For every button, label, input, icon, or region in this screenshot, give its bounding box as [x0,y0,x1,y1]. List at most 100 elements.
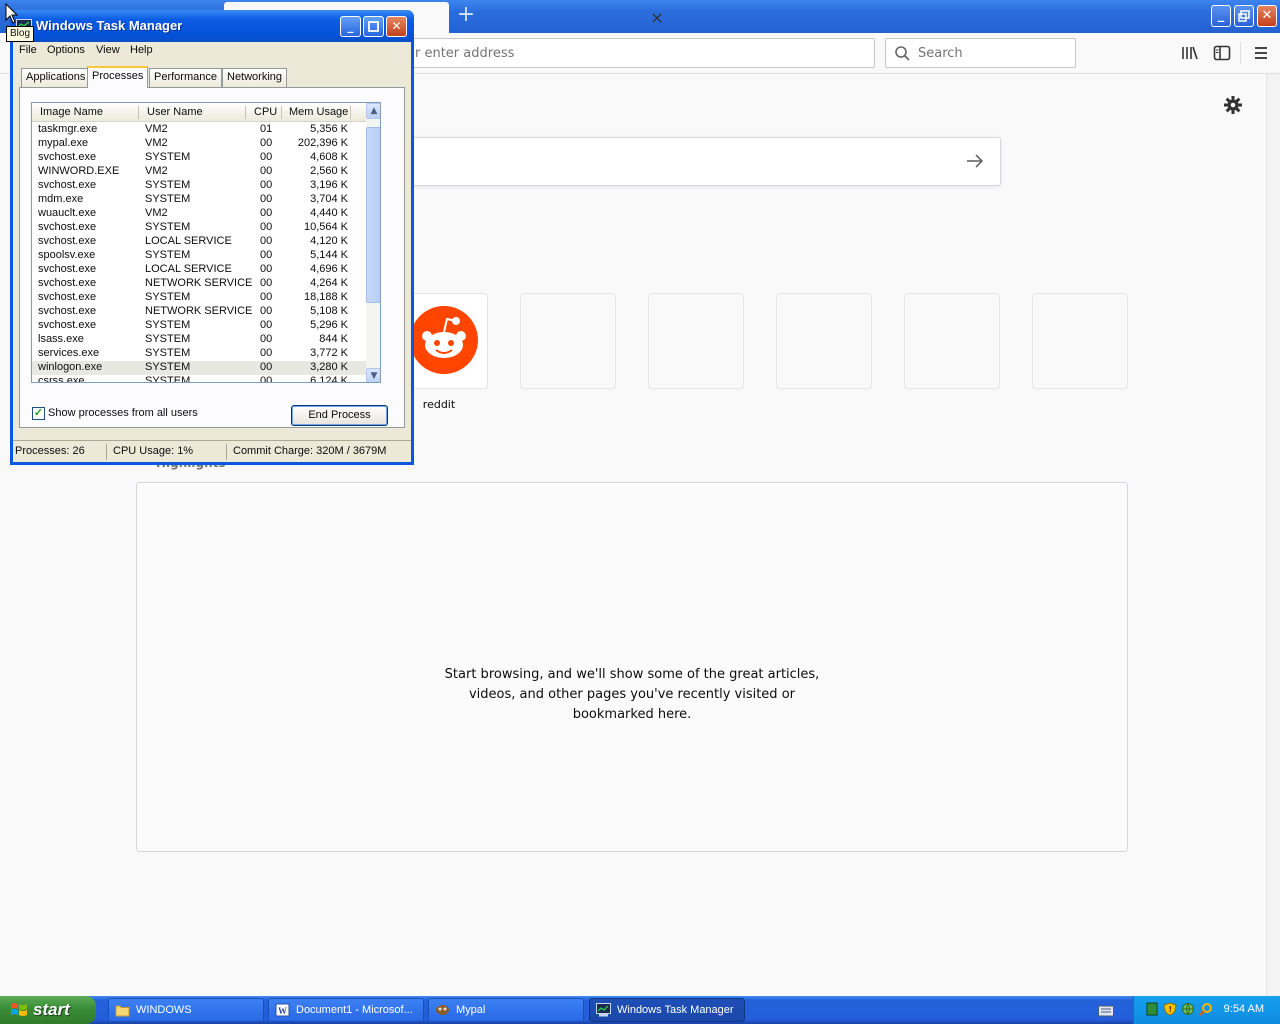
tm-close-button[interactable]: ✕ [386,16,407,37]
table-row[interactable]: WINWORD.EXE VM2 00 2,560 K [32,165,366,179]
table-row[interactable]: svchost.exe SYSTEM 00 10,564 K [32,221,366,235]
cell-cpu: 00 [260,319,273,331]
menu-file[interactable]: File [19,44,37,56]
browser-minimize-button[interactable]: _ [1211,5,1231,27]
task-manager-titlebar[interactable]: Windows Task Manager _ ✕ [10,10,414,42]
mouse-cursor-icon [5,3,19,24]
process-list-scrollbar[interactable]: ▲ ▼ [366,103,380,382]
taskbar-item-word[interactable]: W Document1 - Microsof... [268,998,424,1022]
cell-mem: 4,696 K [310,263,348,275]
page-scrollbar[interactable] [1266,74,1280,996]
column-user-name[interactable]: User Name [147,106,203,118]
table-row-selected[interactable]: winlogon.exe SYSTEM 00 3,280 K [32,361,366,375]
tab-processes[interactable]: Processes [87,66,149,88]
table-row[interactable]: svchost.exe SYSTEM 00 4,608 K [32,151,366,165]
tm-maximize-button[interactable] [363,16,384,37]
cell-mem: 4,264 K [310,277,348,289]
table-row[interactable]: svchost.exe NETWORK SERVICE 00 5,108 K [32,305,366,319]
menu-help[interactable]: Help [130,44,153,56]
table-row[interactable]: mdm.exe SYSTEM 00 3,704 K [32,193,366,207]
new-tab-button[interactable]: + [455,4,477,28]
browser-close-button[interactable]: ✕ [1257,5,1277,27]
table-row[interactable]: svchost.exe LOCAL SERVICE 00 4,696 K [32,263,366,277]
search-bar-placeholder: Search [918,46,963,61]
scrollbar-thumb[interactable] [366,127,380,303]
hamburger-menu-icon[interactable] [1251,43,1271,63]
cell-image: spoolsv.exe [38,249,96,261]
cell-mem: 10,564 K [303,221,348,233]
cell-cpu: 00 [260,375,273,383]
tray-app-icon[interactable] [1145,1002,1159,1016]
library-icon[interactable] [1180,43,1200,63]
menu-options[interactable]: Options [47,44,85,56]
table-row[interactable]: wuauclt.exe VM2 00 4,440 K [32,207,366,221]
gear-icon[interactable] [1222,94,1244,116]
task-manager-statusbar: Processes: 26 CPU Usage: 1% Commit Charg… [13,440,411,462]
checkbox-checked-icon[interactable]: ✓ [32,407,45,420]
table-row[interactable]: csrss.exe SYSTEM 00 6,124 K [32,375,366,383]
arrow-right-icon[interactable] [964,150,986,172]
column-separator[interactable] [350,106,351,119]
column-image-name[interactable]: Image Name [40,106,103,118]
taskbar-item-taskmanager[interactable]: Windows Task Manager [589,998,745,1022]
sidebar-icon[interactable] [1212,43,1232,63]
column-separator[interactable] [281,106,282,119]
table-row[interactable]: svchost.exe LOCAL SERVICE 00 4,120 K [32,235,366,249]
column-mem-usage[interactable]: Mem Usage [289,106,348,118]
cell-user: NETWORK SERVICE [145,277,253,289]
table-row[interactable]: svchost.exe SYSTEM 00 5,296 K [32,319,366,333]
cell-user: SYSTEM [145,361,191,373]
tab-close-button[interactable]: × [648,8,666,28]
start-button[interactable]: start [0,996,96,1024]
tab-networking[interactable]: Networking [222,68,288,87]
cell-mem: 4,120 K [310,235,348,247]
table-row[interactable]: svchost.exe SYSTEM 00 18,188 K [32,291,366,305]
column-separator[interactable] [245,106,246,119]
cell-cpu: 00 [260,193,273,205]
cell-mem: 5,108 K [310,305,348,317]
tm-minimize-button[interactable]: _ [340,16,361,37]
table-row[interactable]: svchost.exe SYSTEM 00 3,196 K [32,179,366,193]
status-separator [106,444,107,460]
search-bar[interactable]: Search [885,38,1076,68]
cell-cpu: 00 [260,277,273,289]
table-row[interactable]: lsass.exe SYSTEM 00 844 K [32,333,366,347]
cell-mem: 3,772 K [310,347,348,359]
table-row[interactable]: mypal.exe VM2 00 202,396 K [32,137,366,151]
column-cpu[interactable]: CPU [254,106,277,118]
scroll-up-button[interactable]: ▲ [366,103,380,119]
taskbar-item-label: Windows Task Manager [617,1004,734,1016]
word-icon: W [275,1003,290,1017]
end-process-button[interactable]: End Process [291,405,388,426]
scroll-down-button[interactable]: ▼ [366,368,380,382]
newtab-search-box[interactable] [410,137,1001,186]
tab-applications[interactable]: Applications [21,68,91,87]
keyboard-icon[interactable] [1098,1004,1114,1017]
highlights-message-line: videos, and other pages you've recently … [468,687,795,702]
table-row[interactable]: spoolsv.exe SYSTEM 00 5,144 K [32,249,366,263]
table-row[interactable]: taskmgr.exe VM2 01 5,356 K [32,123,366,137]
cell-image: mdm.exe [38,193,84,205]
tab-performance[interactable]: Performance [149,68,222,87]
cell-user: LOCAL SERVICE [145,235,232,247]
security-shield-icon[interactable]: ! [1163,1002,1177,1016]
search-tray-icon[interactable] [1199,1002,1213,1016]
taskbar-item-mypal[interactable]: Mypal [428,998,584,1022]
cell-user: SYSTEM [145,333,191,345]
clock[interactable]: 9:54 AM [1224,1003,1264,1015]
process-list[interactable]: Image Name User Name CPU Mem Usage taskm… [31,102,381,383]
address-bar[interactable]: r enter address [410,38,875,68]
top-site-label[interactable]: reddit [408,398,470,411]
network-icon[interactable] [1181,1002,1195,1016]
mypal-icon [436,1005,449,1015]
cell-mem: 18,188 K [303,291,348,303]
browser-restore-button[interactable] [1234,5,1254,27]
table-row[interactable]: svchost.exe NETWORK SERVICE 00 4,264 K [32,277,366,291]
column-separator[interactable] [138,106,139,119]
menu-view[interactable]: View [96,44,120,56]
taskbar-item-windows[interactable]: WINDOWS [108,998,264,1022]
cell-user: SYSTEM [145,291,191,303]
table-row[interactable]: services.exe SYSTEM 00 3,772 K [32,347,366,361]
system-tray: ! 9:54 AM [1133,996,1280,1024]
svg-text:!: ! [1169,1005,1173,1014]
